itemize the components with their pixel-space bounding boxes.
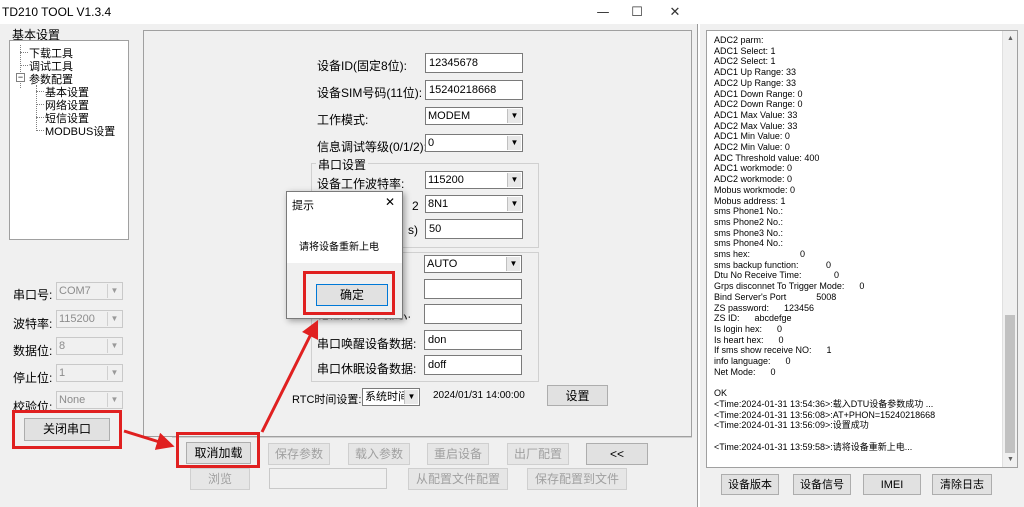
- clear-log-button[interactable]: 清除日志: [932, 474, 992, 495]
- log-line: ADC2 Down Range: 0: [714, 99, 803, 110]
- log-line: ADC1 workmode: 0: [714, 163, 793, 174]
- log-line: Is login hex: 0: [714, 323, 783, 334]
- scroll-thumb[interactable]: [1005, 315, 1015, 453]
- log-line: <Time:2024-01-31 13:56:09>:设置成功: [714, 420, 869, 431]
- log-line: ZS password: 123456: [714, 302, 815, 313]
- log-line: ADC1 Select: 1: [714, 45, 776, 56]
- log-line: ZS ID: abcdefge: [714, 313, 792, 324]
- log-output[interactable]: ADC2 parm: ADC1 Select: 1 ADC2 Select: 1 AD…: [706, 30, 1018, 468]
- log-scrollbar[interactable]: ▲ ▼: [1002, 31, 1017, 467]
- log-line: ADC2 Select: 1: [714, 56, 776, 67]
- log-line: Mobus workmode: 0: [714, 184, 796, 195]
- log-line: sms backup function: 0: [714, 259, 832, 270]
- log-line: Dtu No Receive Time: 0: [714, 270, 840, 281]
- log-line: info language: 0: [714, 356, 791, 366]
- log-line: OK: [714, 388, 728, 399]
- log-line: <Time:2024-01-31 13:54:36>:载入DTU设备参数成功 .…: [714, 398, 934, 409]
- log-line: ADC2 Min Value: 0: [714, 142, 790, 152]
- arrow-to-ok-button: [260, 319, 319, 433]
- log-line: Bind Server's Port 5008: [714, 291, 837, 302]
- log-line: ADC Threshold value: 400: [714, 152, 820, 163]
- log-line: ADC2 workmode: 0: [714, 174, 793, 185]
- log-line: sms Phone3 No.:: [714, 227, 784, 238]
- log-line: sms hex: 0: [714, 249, 806, 259]
- log-line: <Time:2024-01-31 13:56:08>:AT+PHON=15240…: [714, 409, 936, 420]
- log-line: If sms show receive NO: 1: [714, 345, 832, 356]
- annotation-arrows: [123, 319, 319, 450]
- device-version-button[interactable]: 设备版本: [721, 474, 779, 495]
- log-title-bar: [700, 0, 1024, 24]
- arrow-to-cancel-load: [123, 429, 175, 450]
- log-line: Net Mode: 0: [714, 366, 776, 377]
- log-line: ADC1 Max Value: 33: [714, 109, 798, 120]
- imei-button[interactable]: IMEI: [863, 474, 921, 495]
- log-line: sms Phone2 No.:: [714, 216, 784, 227]
- log-line: ADC1 Down Range: 0: [714, 88, 803, 99]
- log-line: sms Phone1 No.:: [714, 206, 784, 217]
- log-line: <Time:2024-01-31 13:59:58>:请将设备重新上电...: [714, 441, 913, 452]
- log-line: ADC2 parm:: [714, 35, 764, 45]
- log-line: ADC1 Up Range: 33: [714, 67, 797, 78]
- log-line: Mobus address: 1: [714, 195, 786, 206]
- log-line: Is heart hex: 0: [714, 334, 784, 345]
- log-line: ADC1 Min Value: 0: [714, 131, 790, 142]
- log-line: ADC2 Max Value: 33: [714, 120, 798, 131]
- log-line: sms Phone4 No.:: [714, 238, 784, 249]
- log-line: Grps disconnet To Trigger Mode: 0: [714, 281, 865, 292]
- main-window: TD210 TOOL V1.3.4 — ☐ ✕ 基本设置 下载工具 调试工具 −…: [0, 0, 698, 507]
- device-signal-button[interactable]: 设备信号: [793, 474, 851, 495]
- scroll-down-icon[interactable]: ▼: [1003, 452, 1018, 467]
- scroll-up-icon[interactable]: ▲: [1003, 31, 1018, 46]
- log-line: ADC2 Up Range: 33: [714, 77, 797, 88]
